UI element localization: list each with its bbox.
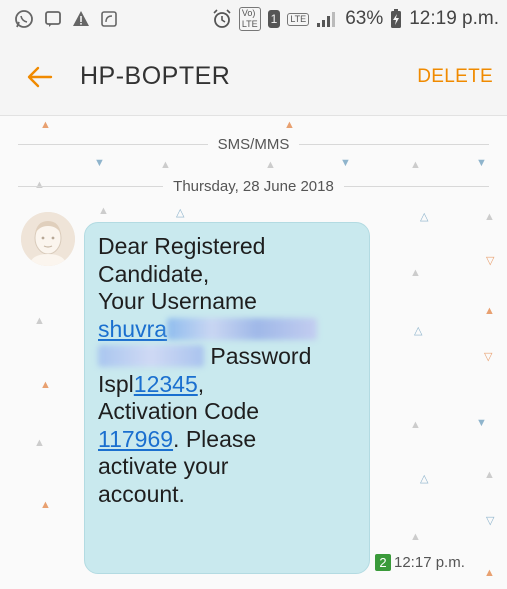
volte-badge: Vo) LTE: [238, 7, 261, 31]
password-number-link[interactable]: 12345: [134, 371, 198, 397]
decor-triangle-icon: ▲: [40, 379, 51, 391]
decor-triangle-icon: ▲: [484, 211, 495, 223]
decor-triangle-icon: △: [176, 207, 185, 219]
decor-triangle-icon: ▲: [98, 205, 109, 217]
status-bar: Vo) LTE 1 LTE 63% 12:19 p.m.: [0, 0, 507, 38]
decor-triangle-icon: ▲: [284, 119, 295, 131]
password-prefix: Ispl: [98, 370, 134, 397]
message-line: Activation Code: [98, 398, 260, 424]
conversation-title: HP-BOPTER: [80, 62, 231, 90]
delete-button[interactable]: DELETE: [417, 66, 493, 88]
sim-slot-badge: 2: [375, 554, 391, 571]
password-label-line: Password: [98, 343, 357, 371]
activation-code-link[interactable]: 117969: [98, 426, 173, 452]
decor-triangle-icon: ▼: [340, 157, 351, 169]
decor-triangle-icon: ▼: [476, 157, 487, 169]
screenshot-icon: [101, 11, 117, 27]
battery-icon: [391, 9, 402, 28]
decor-triangle-icon: ▲: [484, 305, 495, 317]
username-line: shuvra: [98, 316, 357, 344]
password-line: Ispl12345,: [98, 371, 357, 399]
activation-line: 117969. Please: [98, 426, 357, 454]
status-time: 12:19 p.m.: [409, 8, 499, 29]
redacted-username: [167, 317, 318, 340]
decor-triangle-icon: ▲: [410, 159, 421, 171]
decor-triangle-icon: ▲: [410, 419, 421, 431]
message-meta: 2 12:17 p.m.: [375, 554, 465, 571]
contact-avatar[interactable]: [21, 212, 75, 266]
activation-suffix: . Please: [173, 425, 257, 452]
divider-line: [18, 186, 164, 187]
message-line: activate your: [98, 453, 229, 479]
decor-triangle-icon: △: [414, 325, 423, 337]
date-label: Thursday, 28 June 2018: [173, 178, 334, 195]
decor-triangle-icon: ▼: [476, 417, 487, 429]
decor-triangle-icon: ▲: [410, 531, 421, 543]
sim-1-badge: 1: [267, 10, 281, 28]
decor-triangle-icon: ▲: [34, 315, 45, 327]
decor-triangle-icon: ▲: [484, 567, 495, 579]
decor-triangle-icon: ▲: [40, 119, 51, 131]
battery-percent: 63%: [345, 8, 384, 29]
decor-triangle-icon: ▽: [484, 351, 493, 363]
username-link[interactable]: shuvra: [98, 316, 167, 342]
message-line: account.: [98, 480, 185, 507]
status-right: Vo) LTE 1 LTE 63% 12:19 p.m.: [212, 7, 499, 31]
back-button[interactable]: [24, 61, 56, 93]
decor-triangle-icon: △: [420, 211, 429, 223]
decor-triangle-icon: ▽: [486, 515, 495, 527]
decor-triangle-icon: ▲: [410, 267, 421, 279]
default-person-icon: [21, 212, 75, 266]
decor-triangle-icon: ▼: [94, 157, 105, 169]
message-bubble[interactable]: Dear Registered Candidate, Your Username…: [84, 222, 370, 574]
channel-label: SMS/MMS: [217, 136, 290, 153]
decor-triangle-icon: ▲: [34, 437, 45, 449]
divider-line: [299, 144, 490, 145]
redacted-username-continued: [98, 345, 204, 367]
notification-icon: [45, 11, 61, 27]
date-divider: Thursday, 28 June 2018: [18, 178, 490, 195]
message-thread[interactable]: ▲ ▲ ▼ ▲ ▲ ▼ ▲ ▼ ▲ ▲ △ △ ▲ ▽ ▲ ▲ ▲ △ ▽ ▲ …: [0, 116, 507, 589]
message-time: 12:17 p.m.: [394, 554, 465, 571]
password-suffix: ,: [197, 370, 205, 397]
warning-icon: [73, 11, 89, 26]
message-line: Dear Registered: [98, 233, 266, 259]
whatsapp-icon: [15, 10, 33, 28]
password-label: Password: [204, 343, 312, 369]
decor-triangle-icon: ▽: [486, 255, 495, 267]
decor-triangle-icon: ▲: [40, 499, 51, 511]
decor-triangle-icon: ▲: [160, 159, 171, 171]
decor-triangle-icon: △: [420, 473, 429, 485]
divider-line: [18, 144, 208, 145]
divider-line: [343, 186, 490, 187]
channel-divider: SMS/MMS: [18, 136, 490, 153]
app-bar: HP-BOPTER DELETE: [0, 38, 507, 116]
lte-signal-badge: LTE: [287, 12, 310, 26]
decor-triangle-icon: ▲: [265, 159, 276, 171]
decor-triangle-icon: ▲: [484, 469, 495, 481]
alarm-icon: [213, 9, 231, 28]
message-line: Your Username: [98, 288, 257, 314]
signal-strength-icon: [317, 12, 336, 27]
status-left-icons: [14, 9, 118, 29]
back-arrow-icon: [27, 66, 53, 87]
message-line: Candidate,: [98, 260, 210, 287]
